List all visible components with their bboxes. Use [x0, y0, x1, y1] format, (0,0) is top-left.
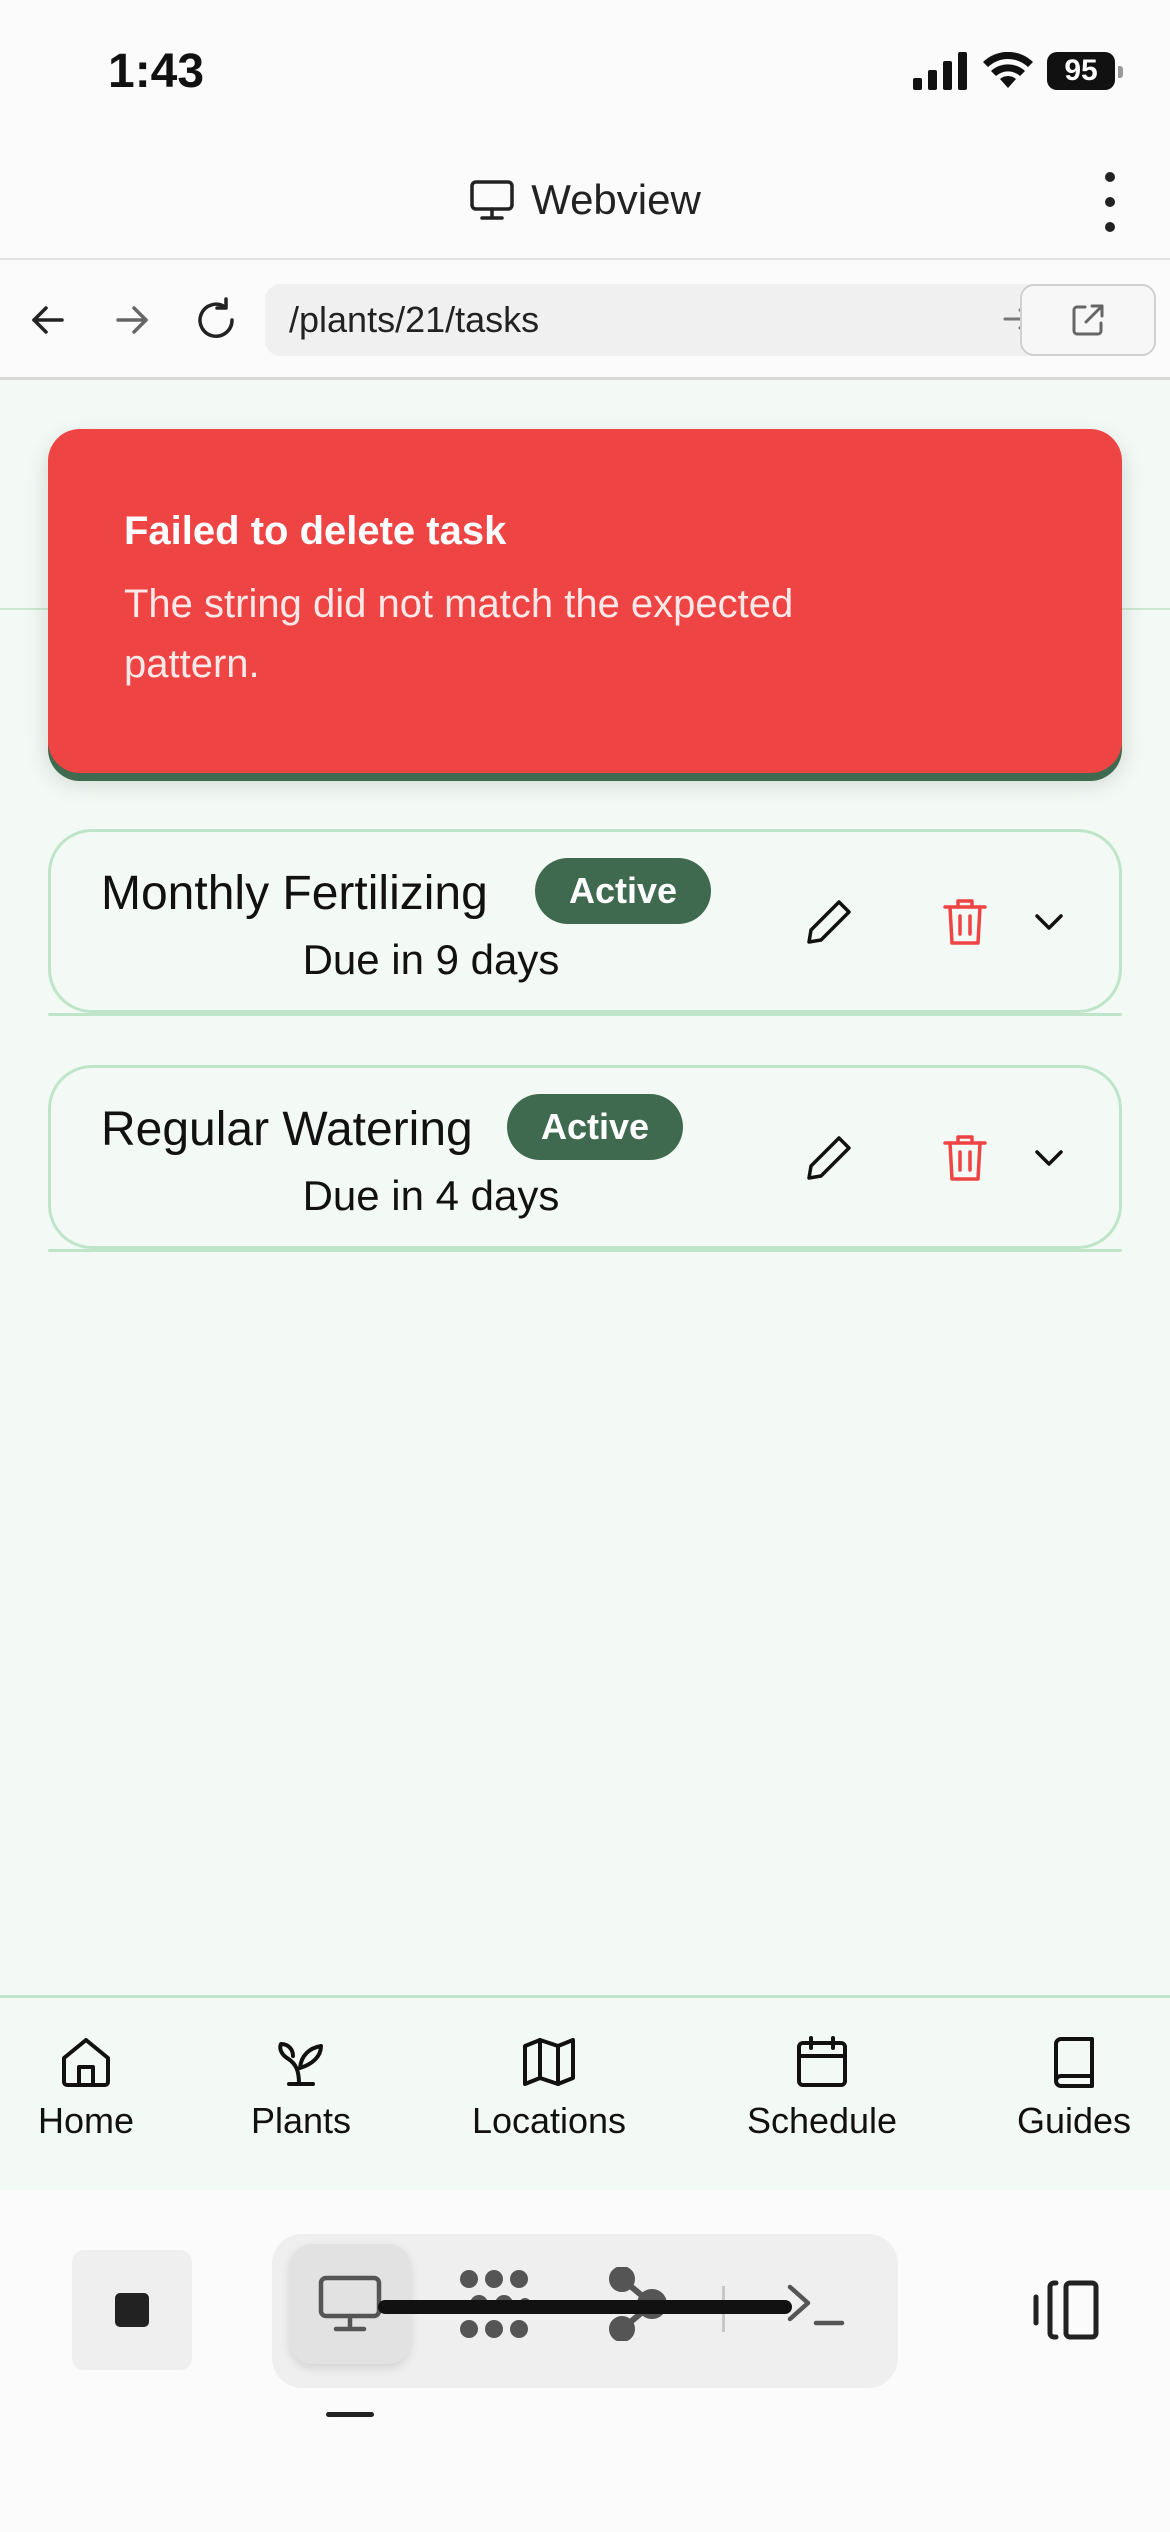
- more-options-icon: [1105, 172, 1115, 182]
- more-options-button[interactable]: [1090, 172, 1130, 232]
- battery-indicator: 95: [1047, 52, 1123, 90]
- status-icons: 95: [913, 52, 1123, 90]
- active-tab-indicator: [326, 2412, 374, 2417]
- app-content: Failed to delete task The string did not…: [0, 380, 1170, 1995]
- webview-title: Webview: [0, 176, 1170, 224]
- expand-button[interactable]: [1009, 1118, 1089, 1198]
- status-bar: 1:43 95: [0, 0, 1170, 140]
- trash-icon: [943, 1135, 987, 1181]
- task-card[interactable]: Monthly Fertilizing Active Due in 9 days: [48, 829, 1122, 1016]
- stop-icon: [115, 2293, 149, 2327]
- nav-label: Guides: [1016, 2100, 1132, 2141]
- forward-button[interactable]: [104, 292, 160, 348]
- open-external-button[interactable]: [1020, 284, 1156, 356]
- task-name: Monthly Fertilizing: [101, 867, 488, 920]
- monitor-icon: [470, 180, 514, 220]
- nav-label: Locations: [471, 2100, 627, 2141]
- side-panel-icon: [1033, 2280, 1099, 2340]
- nav-guides[interactable]: Guides: [1012, 2034, 1136, 2142]
- stop-button[interactable]: [72, 2250, 192, 2370]
- chevron-down-icon: [1035, 1150, 1063, 1166]
- task-due: Due in 9 days: [302, 936, 560, 983]
- home-icon: [62, 2038, 110, 2087]
- expand-button[interactable]: [1009, 882, 1089, 962]
- panel-toggle-button[interactable]: [1026, 2270, 1106, 2350]
- reload-icon: [198, 297, 234, 338]
- reload-button[interactable]: [188, 292, 244, 348]
- nav-plants[interactable]: Plants: [246, 2034, 356, 2142]
- url-field[interactable]: /plants/21/tasks: [265, 284, 1055, 356]
- delete-button[interactable]: [925, 1118, 1005, 1198]
- status-time: 1:43: [108, 45, 205, 98]
- monitor-icon: [318, 2275, 382, 2332]
- pencil-icon: [807, 900, 851, 944]
- toast-message: The string did not match the expected pa…: [124, 582, 794, 686]
- calendar-icon: [797, 2036, 847, 2087]
- home-indicator: [378, 2300, 792, 2314]
- nav-home[interactable]: Home: [36, 2034, 136, 2142]
- terminal-icon: [787, 2284, 845, 2326]
- delete-button[interactable]: [925, 882, 1005, 962]
- pencil-icon: [807, 1136, 851, 1180]
- arrow-left-icon: [32, 306, 64, 334]
- chevron-down-icon: [1035, 914, 1063, 930]
- url-text: /plants/21/tasks: [289, 299, 540, 340]
- nav-label: Plants: [250, 2100, 352, 2141]
- nav-label: Schedule: [746, 2100, 898, 2141]
- browser-toolbar: /plants/21/tasks: [0, 262, 1170, 380]
- dev-toolbar: [0, 2190, 1170, 2532]
- task-card[interactable]: Regular Watering Active Due in 4 days: [48, 1065, 1122, 1252]
- status-badge: Active: [535, 858, 712, 924]
- nav-locations[interactable]: Locations: [466, 2034, 632, 2142]
- sprout-icon: [278, 2042, 323, 2086]
- webview-title-text: Webview: [531, 176, 701, 223]
- edit-button[interactable]: [789, 882, 869, 962]
- webview-header: Webview: [0, 140, 1170, 260]
- task-name: Regular Watering: [101, 1103, 473, 1156]
- error-toast[interactable]: Failed to delete task The string did not…: [48, 429, 1122, 773]
- arrow-right-icon: [116, 306, 148, 334]
- status-badge: Active: [507, 1094, 684, 1160]
- wifi-icon: [983, 52, 1033, 88]
- back-button[interactable]: [20, 292, 76, 348]
- toast-title: Failed to delete task: [124, 509, 507, 553]
- nav-schedule[interactable]: Schedule: [742, 2034, 902, 2142]
- book-icon: [1054, 2037, 1094, 2088]
- cellular-signal-icon: [913, 52, 967, 90]
- trash-icon: [943, 899, 987, 945]
- bottom-nav: Home Plants Locations Schedule Guides: [0, 1995, 1170, 2190]
- external-link-icon: [1072, 304, 1104, 336]
- edit-button[interactable]: [789, 1118, 869, 1198]
- nav-label: Home: [37, 2100, 135, 2141]
- task-due: Due in 4 days: [302, 1172, 560, 1219]
- map-icon: [523, 2038, 575, 2086]
